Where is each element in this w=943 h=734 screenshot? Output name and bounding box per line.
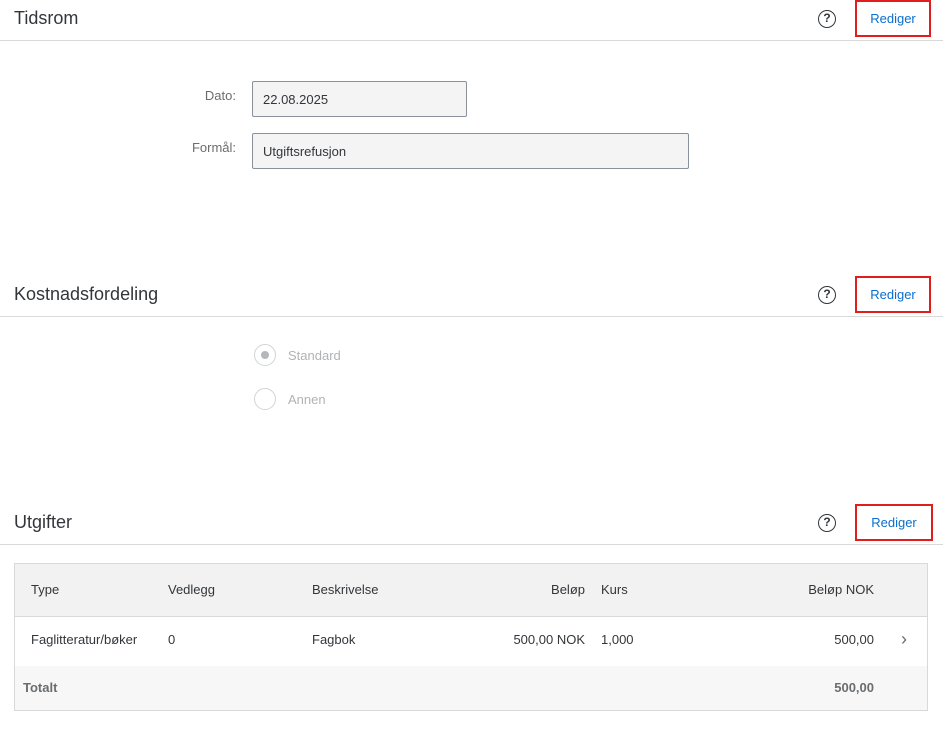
table-row[interactable]: Faglitteratur/bøker 0 Fagbok 500,00 NOK … (15, 617, 927, 666)
radio-label-annen: Annen (288, 392, 326, 407)
total-label: Totalt (23, 680, 58, 695)
column-header-description: Beskrivelse (312, 582, 379, 597)
purpose-field[interactable]: Utgiftsrefusjon (252, 133, 689, 169)
column-header-type: Type (31, 582, 60, 597)
table-footer-row: Totalt 500,00 (15, 666, 927, 710)
column-header-amount-nok: Beløp NOK (808, 582, 874, 597)
chevron-right-icon[interactable]: › (901, 629, 907, 650)
section-title-utgifter: Utgifter (14, 512, 73, 532)
radio-label-standard: Standard (288, 348, 341, 363)
total-value: 500,00 (834, 680, 874, 695)
help-icon[interactable]: ? (818, 514, 836, 532)
purpose-label: Formål: (191, 140, 236, 155)
section-title-kostnadsfordeling: Kostnadsfordeling (14, 284, 159, 304)
help-icon[interactable]: ? (818, 10, 836, 28)
date-label: Dato: (204, 88, 236, 103)
cell-attachments: 0 (168, 632, 176, 647)
column-header-rate: Kurs (601, 582, 628, 597)
edit-button-tidsrom[interactable]: Rediger (855, 0, 931, 37)
column-header-attachments: Vedlegg (168, 582, 215, 597)
section-title-tidsrom: Tidsrom (14, 8, 79, 28)
column-header-amount: Beløp (551, 582, 585, 597)
cell-type: Faglitteratur/bøker (31, 632, 138, 647)
edit-button-utgifter[interactable]: Rediger (855, 504, 933, 541)
edit-button-kostnadsfordeling[interactable]: Rediger (855, 276, 931, 313)
radio-selected-dot (261, 351, 269, 359)
section-header-kostnadsfordeling: Kostnadsfordeling ? Rediger (0, 276, 943, 317)
cell-amount-nok: 500,00 (834, 632, 874, 647)
expenses-table: Type Vedlegg Beskrivelse Beløp Kurs Belø… (14, 563, 928, 711)
cell-description: Fagbok (312, 632, 356, 647)
table-header-row: Type Vedlegg Beskrivelse Beløp Kurs Belø… (15, 564, 927, 617)
help-icon[interactable]: ? (818, 286, 836, 304)
section-header-utgifter: Utgifter ? Rediger (0, 504, 943, 545)
section-header-tidsrom: Tidsrom ? Rediger (0, 0, 943, 41)
cell-rate: 1,000 (601, 632, 634, 647)
cell-amount: 500,00 NOK (513, 632, 585, 647)
date-field[interactable]: 22.08.2025 (252, 81, 467, 117)
radio-standard[interactable] (254, 344, 276, 366)
radio-annen[interactable] (254, 388, 276, 410)
